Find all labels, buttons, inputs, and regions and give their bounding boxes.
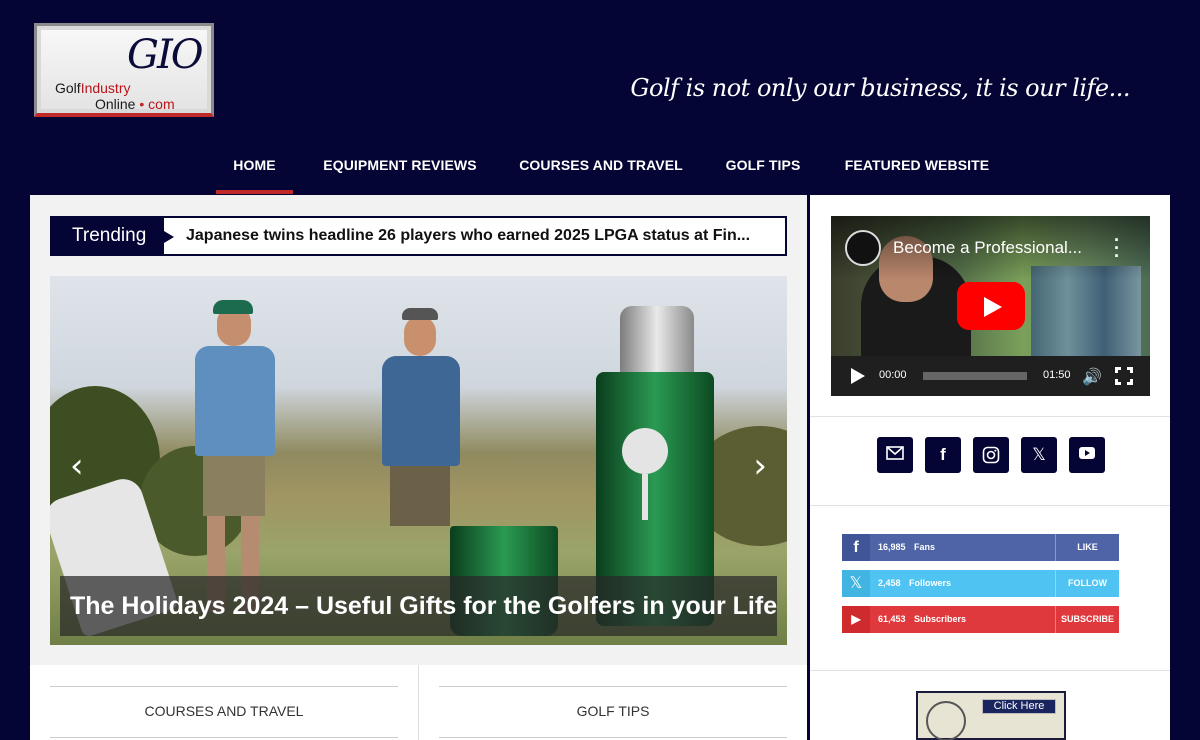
facebook-counter[interactable]: f 16,985 Fans LIKE [842,534,1119,561]
play-icon[interactable] [851,368,865,384]
slider-caption[interactable]: The Holidays 2024 – Useful Gifts for the… [60,576,777,636]
facebook-fans-count: 16,985 [878,542,906,552]
sidebar-divider [810,670,1170,671]
sidebar-banner-ad[interactable]: Click Here [916,691,1066,740]
x-icon[interactable]: 𝕏 [1021,437,1057,473]
featured-slider[interactable]: ‹ › The Holidays 2024 – Useful Gifts for… [50,276,787,645]
site-tagline: Golf is not only our business, it is our… [630,74,1130,102]
site-logo[interactable]: GIO GolfIndustry Online • com [34,23,214,117]
nav-equipment-reviews[interactable]: EQUIPMENT REVIEWS [313,142,487,194]
sidebar-divider [810,505,1170,506]
facebook-fans-label: Fans [914,542,936,552]
banner-emblem-icon [926,701,966,740]
category-golf-tips[interactable]: GOLF TIPS [439,686,787,738]
golfer-1-shape [195,300,275,616]
video-current-time: 00:00 [879,369,907,381]
category-courses-and-travel[interactable]: COURSES AND TRAVEL [50,686,398,738]
video-progress-track[interactable] [923,372,1027,380]
youtube-play-button[interactable] [957,282,1025,330]
youtube-icon[interactable] [1069,437,1105,473]
video-duration: 01:50 [1043,369,1071,381]
trending-bar: Trending Japanese twins headline 26 play… [50,216,787,256]
volume-icon[interactable]: 🔊 [1082,367,1102,387]
slider-next-icon[interactable]: › [753,446,767,486]
sidebar-divider [810,416,1170,417]
category-divider [418,665,419,740]
youtube-subscribers-label: Subscribers [914,614,967,624]
sidebar: Become a Professional... · · · 00:00 01:50… [810,195,1170,740]
logo-line2: Online • com [95,96,175,112]
instagram-icon[interactable] [973,437,1009,473]
youtube-subscribe-button[interactable]: SUBSCRIBE [1055,606,1119,633]
fullscreen-icon[interactable] [1115,367,1133,385]
youtube-subscribers-count: 61,453 [878,614,906,624]
x-followers-count: 2,458 [878,578,901,588]
logo-line1: GolfIndustry [55,80,131,96]
main-nav: HOME EQUIPMENT REVIEWS COURSES AND TRAVE… [0,142,1200,194]
golf-tee-shape [642,474,648,520]
youtube-counter[interactable]: ▶ 61,453 Subscribers SUBSCRIBE [842,606,1119,633]
slider-prev-icon[interactable]: ‹ [70,446,84,486]
facebook-icon: f [842,534,870,561]
more-vertical-icon[interactable]: · · · [1114,231,1120,265]
channel-emblem-icon[interactable] [845,230,881,266]
video-controls: 00:00 01:50 🔊 [831,356,1150,396]
facebook-like-button[interactable]: LIKE [1055,534,1119,561]
golfer-2-shape [380,306,460,616]
logo-emblem: GIO [127,32,204,78]
x-counter[interactable]: 𝕏 2,458 Followers FOLLOW [842,570,1119,597]
x-icon: 𝕏 [842,570,870,597]
nav-courses-and-travel[interactable]: COURSES AND TRAVEL [510,142,692,194]
email-icon[interactable] [877,437,913,473]
golf-ball-icon [622,428,668,474]
x-followers-label: Followers [909,578,952,588]
banner-click-here-button[interactable]: Click Here [982,699,1056,714]
youtube-icon: ▶ [842,606,870,633]
shaker-cap-shape [620,306,694,376]
trending-label: Trending [52,218,174,254]
nav-home[interactable]: HOME [216,142,293,194]
x-follow-button[interactable]: FOLLOW [1055,570,1119,597]
video-player[interactable]: Become a Professional... · · · 00:00 01:50… [831,216,1150,396]
main-content: Trending Japanese twins headline 26 play… [30,195,807,740]
nav-golf-tips[interactable]: GOLF TIPS [716,142,810,194]
trending-headline[interactable]: Japanese twins headline 26 players who e… [186,218,781,254]
facebook-icon[interactable]: f [925,437,961,473]
category-row: COURSES AND TRAVEL GOLF TIPS [30,665,807,740]
video-title[interactable]: Become a Professional... [893,238,1082,258]
nav-featured-website[interactable]: FEATURED WEBSITE [834,142,1000,194]
